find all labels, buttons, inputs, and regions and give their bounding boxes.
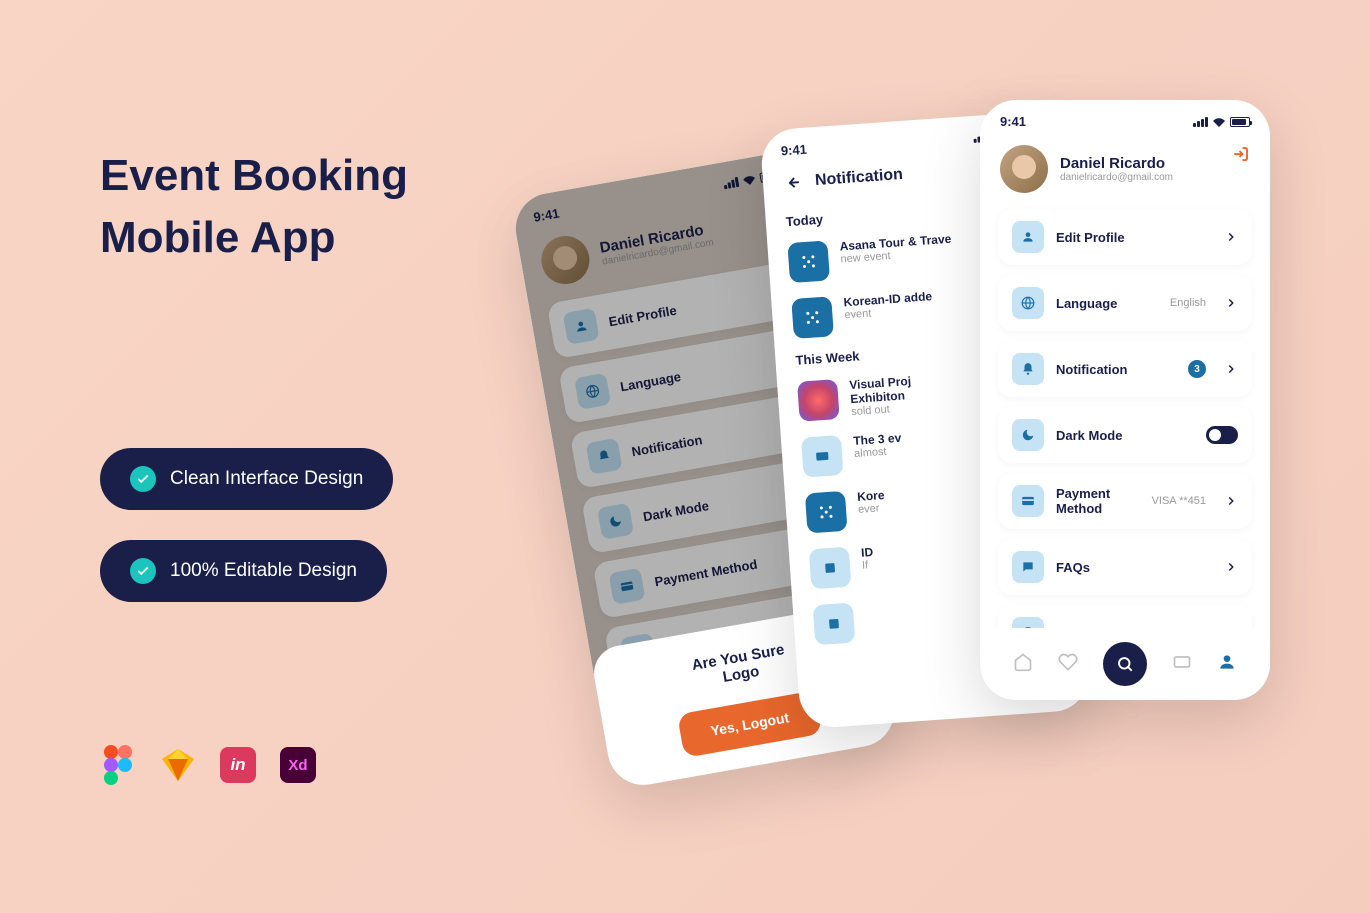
mockup-profile-screen: 9:41 Daniel Ricardo danielricardo@gmail.…: [980, 100, 1270, 700]
figma-icon: [100, 747, 136, 783]
dark-mode-toggle[interactable]: [1206, 426, 1238, 444]
sketch-icon: [160, 747, 196, 783]
nav-search[interactable]: [1103, 642, 1147, 686]
nav-tickets[interactable]: [1172, 652, 1192, 677]
invision-icon: in: [220, 747, 256, 783]
avatar[interactable]: [1000, 145, 1048, 193]
globe-icon: [1012, 287, 1044, 319]
logout-icon[interactable]: [1232, 145, 1250, 163]
check-icon: [130, 466, 156, 492]
status-time: 9:41: [532, 206, 560, 225]
bottom-nav: [980, 628, 1270, 700]
chevron-right-icon: [1224, 560, 1238, 574]
feature-badge-1: Clean Interface Design: [100, 448, 393, 510]
notification-title: Notification: [814, 166, 903, 190]
chevron-right-icon: [1224, 296, 1238, 310]
bell-icon: [1012, 353, 1044, 385]
back-icon[interactable]: [783, 173, 802, 192]
menu-language[interactable]: Language English: [998, 275, 1252, 331]
check-icon: [130, 558, 156, 584]
nav-home[interactable]: [1013, 652, 1033, 677]
chevron-right-icon: [1224, 362, 1238, 376]
feature-badge-2: 100% Editable Design: [100, 540, 387, 602]
user-icon: [1012, 221, 1044, 253]
chevron-right-icon: [1224, 230, 1238, 244]
status-time: 9:41: [1000, 114, 1026, 129]
tool-icons-row: in Xd: [100, 747, 316, 783]
moon-icon: [1012, 419, 1044, 451]
nav-favorites[interactable]: [1058, 652, 1078, 677]
hero-title: Event Booking Mobile App: [100, 145, 520, 268]
card-icon: [1012, 485, 1044, 517]
nav-profile[interactable]: [1217, 652, 1237, 677]
menu-faqs[interactable]: FAQs: [998, 539, 1252, 595]
profile-name: Daniel Ricardo: [1060, 155, 1173, 172]
menu-dark-mode[interactable]: Dark Mode: [998, 407, 1252, 463]
status-time: 9:41: [780, 142, 807, 159]
menu-notification[interactable]: Notification 3: [998, 341, 1252, 397]
xd-icon: Xd: [280, 747, 316, 783]
menu-edit-profile[interactable]: Edit Profile: [998, 209, 1252, 265]
avatar: [538, 232, 594, 288]
notification-badge: 3: [1188, 360, 1206, 378]
profile-email: danielricardo@gmail.com: [1060, 172, 1173, 183]
chevron-right-icon: [1224, 494, 1238, 508]
menu-payment[interactable]: Payment Method VISA **451: [998, 473, 1252, 529]
chat-icon: [1012, 551, 1044, 583]
